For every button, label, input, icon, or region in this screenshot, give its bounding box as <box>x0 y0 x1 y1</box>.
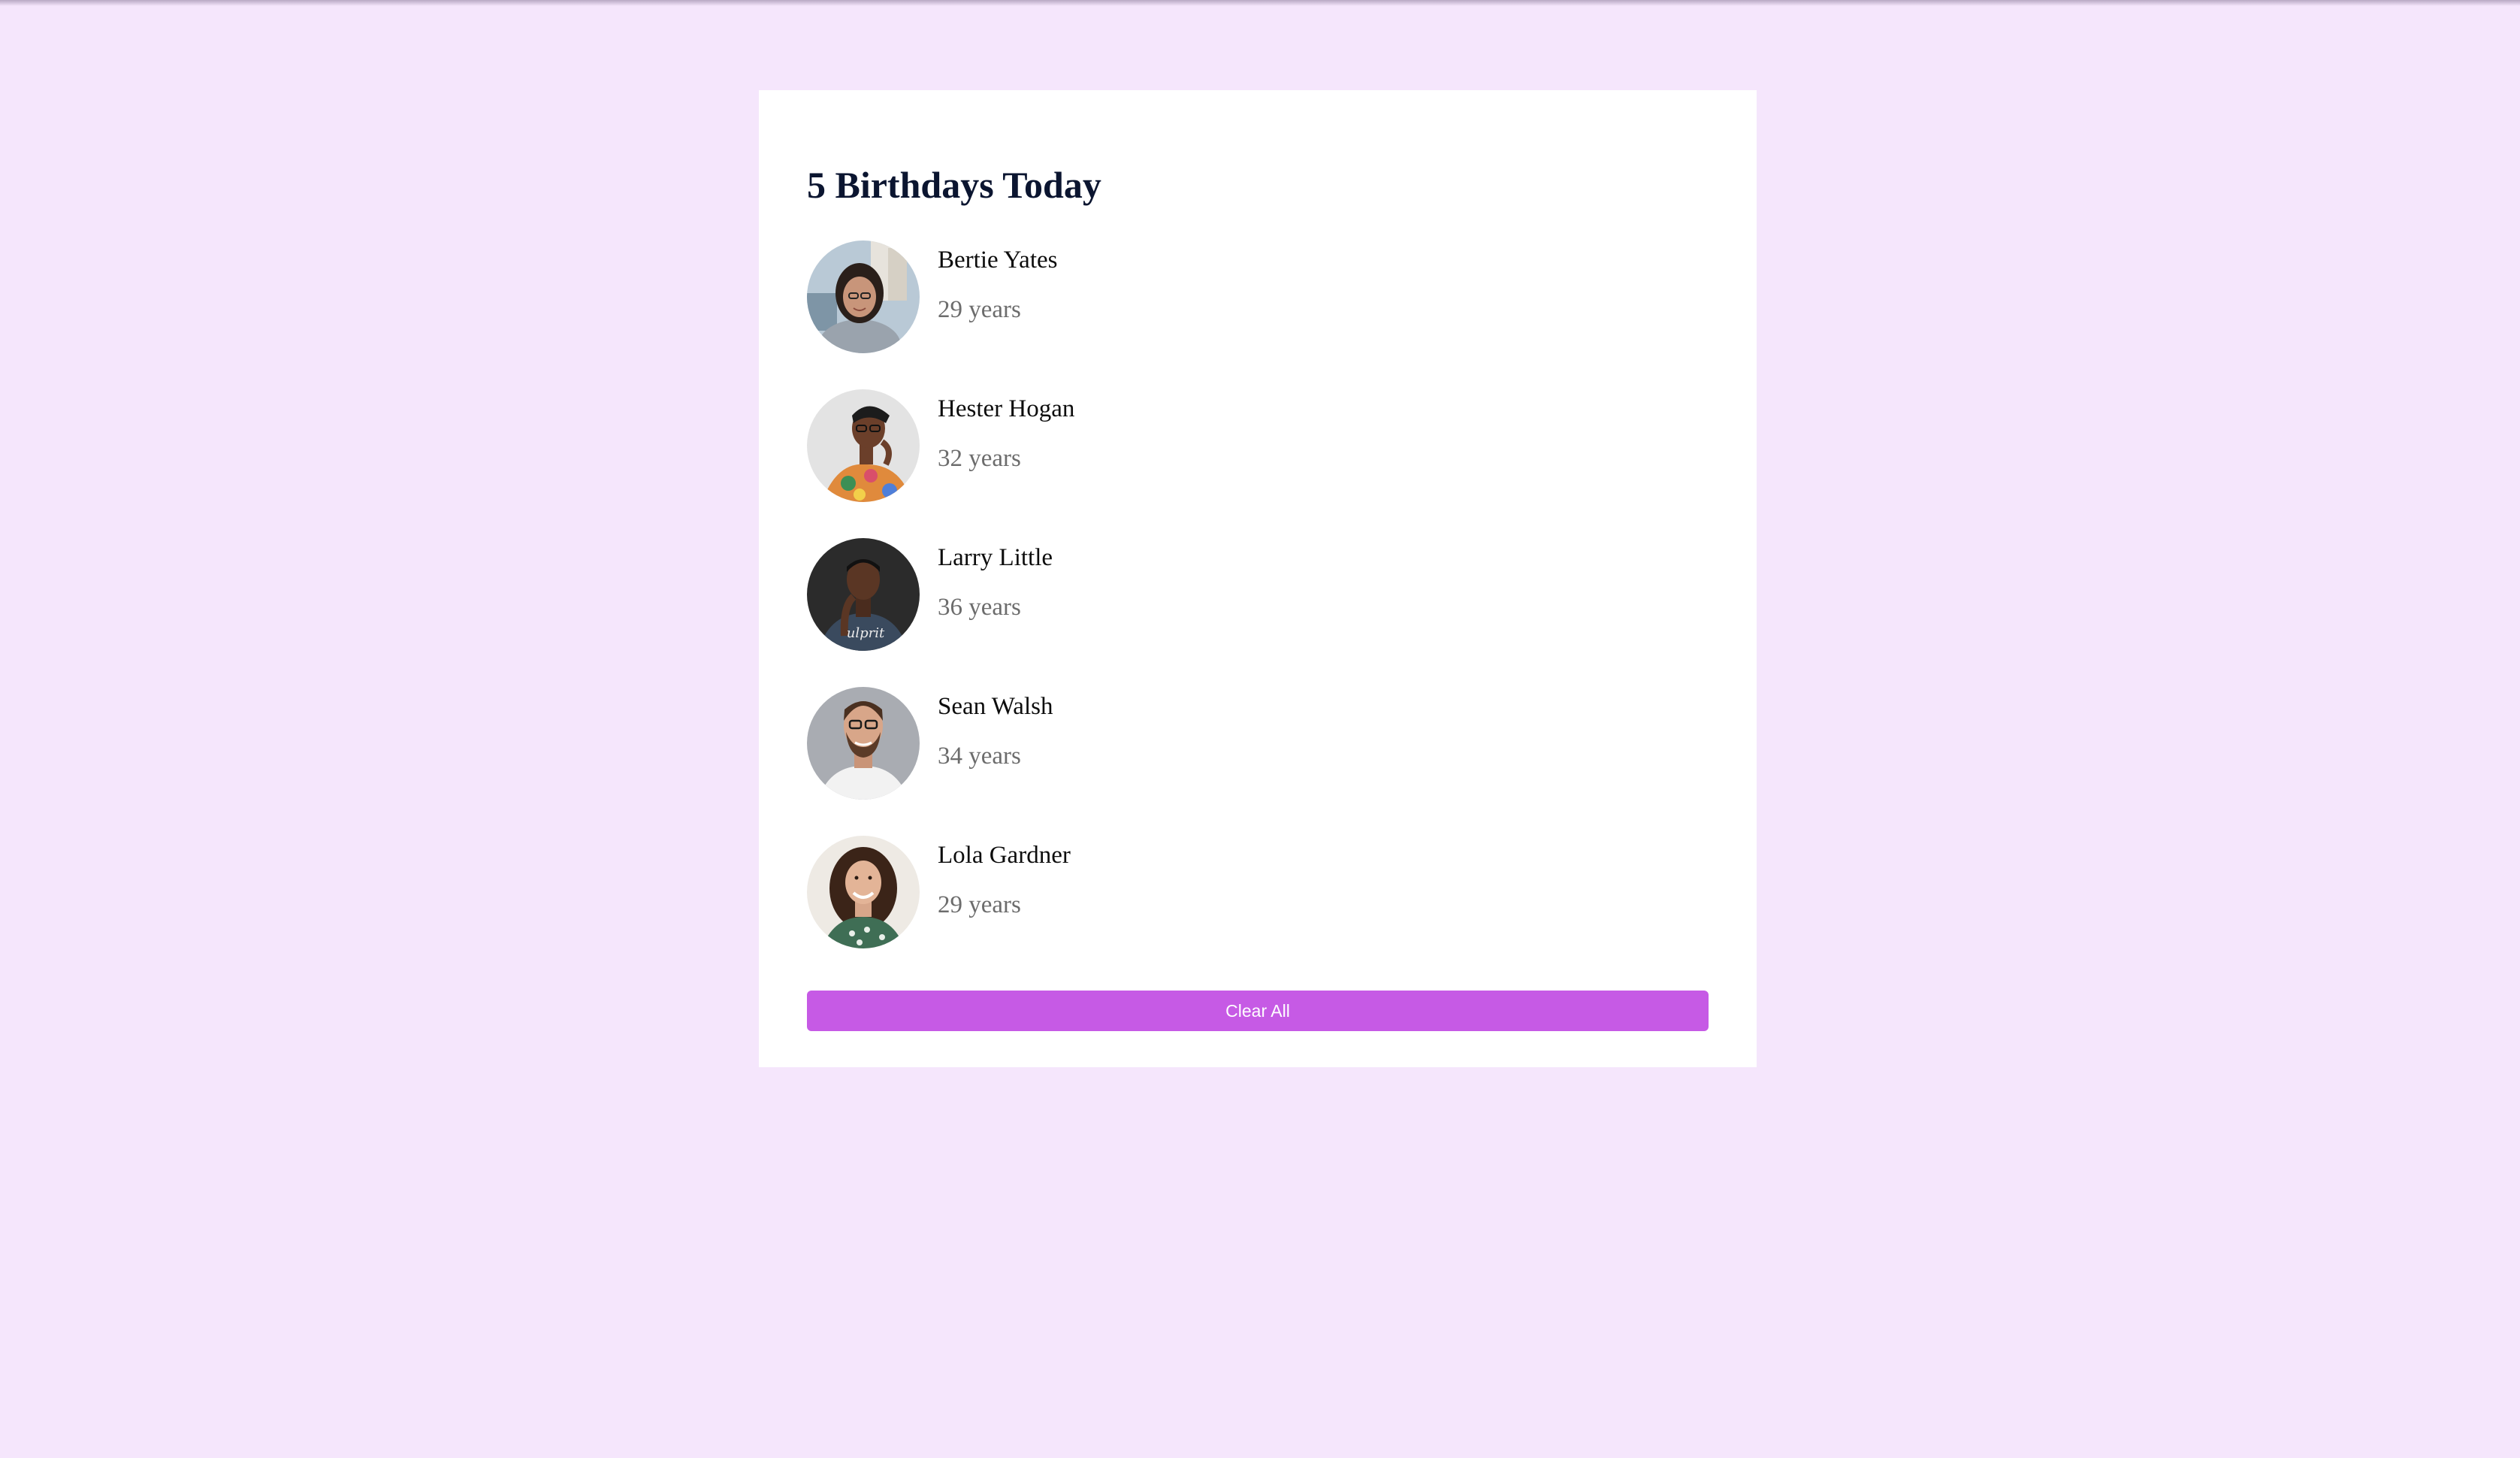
person-age: 32 years <box>938 445 1021 472</box>
avatar <box>807 836 920 948</box>
person-name: Sean Walsh <box>938 693 1053 720</box>
avatar <box>807 687 920 800</box>
list-item: Hester Hogan 32 years <box>807 389 1709 502</box>
person-info: Hester Hogan 32 years <box>938 389 1074 473</box>
person-info: Sean Walsh 34 years <box>938 687 1053 771</box>
svg-text:ulprit: ulprit <box>847 625 885 641</box>
person-name: Larry Little <box>938 544 1053 571</box>
person-info: Lola Gardner 29 years <box>938 836 1071 920</box>
clear-all-button[interactable]: Clear All <box>807 991 1709 1031</box>
person-age: 34 years <box>938 743 1021 770</box>
list-item: Sean Walsh 34 years <box>807 687 1709 800</box>
top-shadow <box>0 0 2520 6</box>
person-info: Bertie Yates 29 years <box>938 240 1058 325</box>
person-info: Larry Little 36 years <box>938 538 1053 622</box>
list-item: Bertie Yates 29 years <box>807 240 1709 353</box>
avatar <box>807 389 920 502</box>
person-age: 36 years <box>938 594 1021 621</box>
list-item: Lola Gardner 29 years <box>807 836 1709 948</box>
person-name: Bertie Yates <box>938 247 1058 274</box>
page-title: 5 Birthdays Today <box>807 164 1101 206</box>
person-name: Hester Hogan <box>938 395 1075 422</box>
birthday-list: Bertie Yates 29 years Hester Hogan 32 ye… <box>807 240 1709 948</box>
avatar <box>807 240 920 353</box>
person-age: 29 years <box>938 296 1021 323</box>
avatar: ulprit <box>807 538 920 651</box>
person-age: 29 years <box>938 891 1021 918</box>
birthday-card: 5 Birthdays Today Bertie Yates 29 years <box>759 90 1757 1067</box>
list-item: ulprit Larry Little 36 years <box>807 538 1709 651</box>
person-name: Lola Gardner <box>938 842 1071 869</box>
